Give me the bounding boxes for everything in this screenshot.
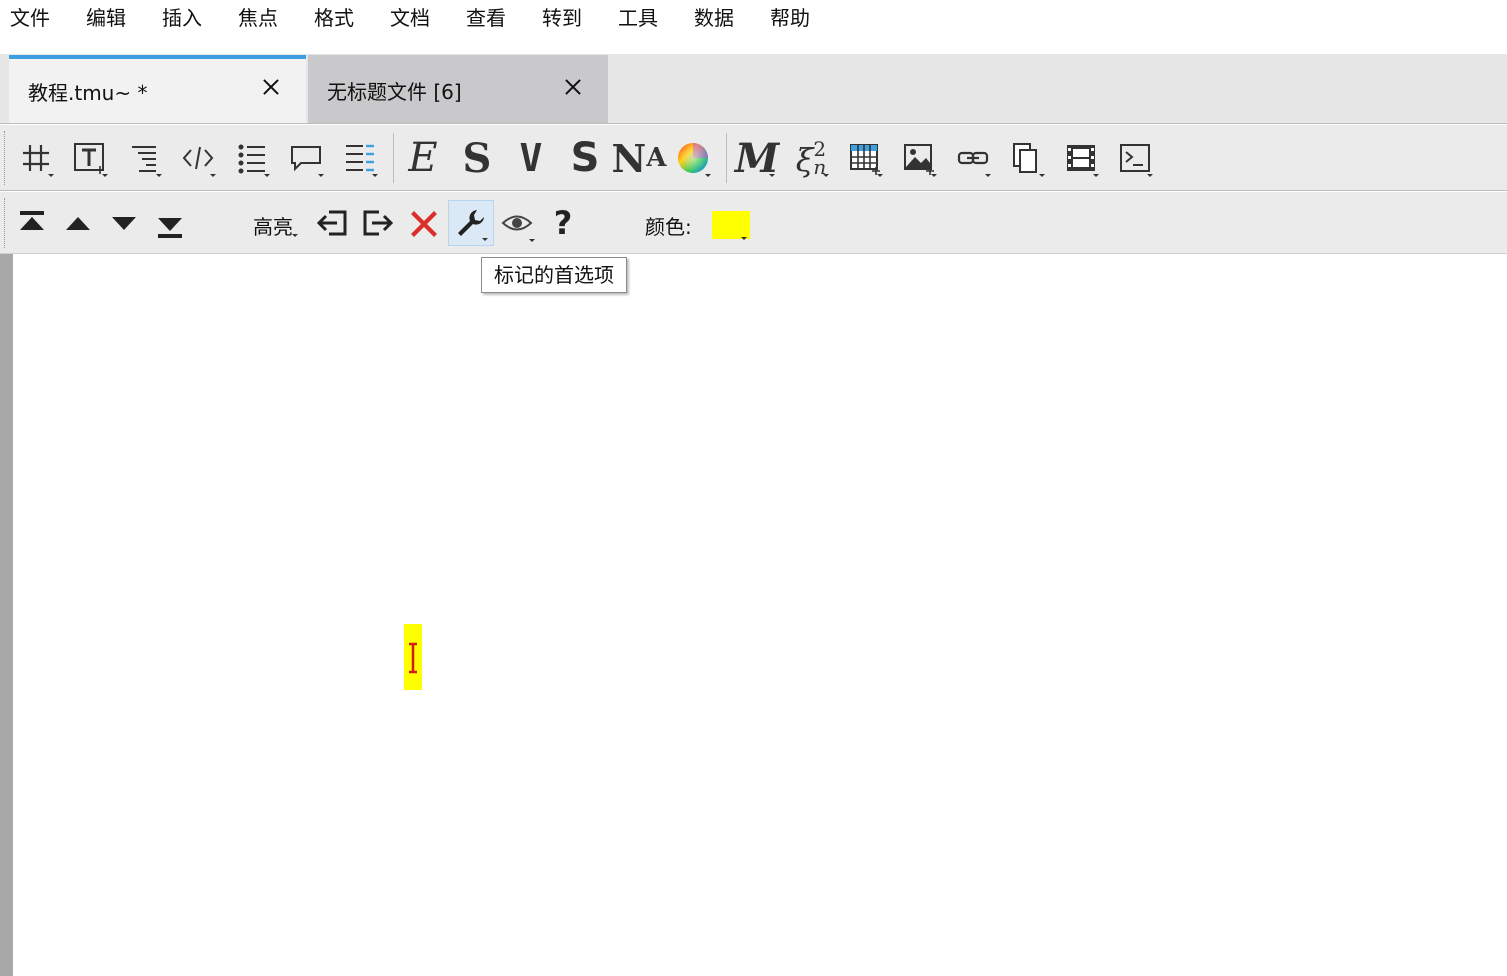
section-icon[interactable]: [13, 135, 59, 181]
menu-insert[interactable]: 插入: [162, 4, 202, 32]
sans-serif-icon[interactable]: S: [562, 135, 608, 181]
chevron-down-icon[interactable]: [741, 237, 747, 240]
tab-strip: 教程.tmu~ * 无标题文件 [6]: [0, 54, 1507, 124]
color-wheel-icon[interactable]: [670, 135, 716, 181]
format-toolbar: E S V S NA M ξ 2 n: [0, 125, 1507, 191]
preferences-wrench-icon[interactable]: [448, 200, 494, 246]
small-caps-icon[interactable]: NA: [612, 135, 667, 181]
insert-image-icon[interactable]: [896, 135, 942, 181]
view-eye-icon[interactable]: [494, 200, 540, 246]
color-label: 颜色:: [645, 215, 692, 239]
code-icon[interactable]: [175, 135, 221, 181]
next-mark-icon[interactable]: [101, 200, 147, 246]
highlight-label[interactable]: 高亮: [253, 211, 298, 240]
list-icon[interactable]: [229, 135, 275, 181]
editor-gutter: [0, 254, 13, 976]
menu-view[interactable]: 查看: [466, 4, 506, 32]
highlight-color-swatch[interactable]: [712, 211, 750, 239]
menu-format[interactable]: 格式: [314, 4, 354, 32]
copy-icon[interactable]: [1004, 135, 1050, 181]
link-icon[interactable]: [950, 135, 996, 181]
toolbar-grip[interactable]: [4, 198, 8, 248]
enter-mark-icon[interactable]: [309, 200, 355, 246]
text-style-icon[interactable]: [67, 135, 113, 181]
emphasis-icon[interactable]: E: [400, 135, 446, 181]
verbatim-icon[interactable]: V: [508, 135, 554, 181]
close-icon[interactable]: [260, 76, 282, 98]
exit-mark-icon[interactable]: [355, 200, 401, 246]
mark-toolbar: 高亮 ? 颜色:: [0, 192, 1507, 254]
menu-edit[interactable]: 编辑: [86, 4, 126, 32]
toolbar-separator: [726, 133, 727, 183]
help-icon[interactable]: ?: [540, 200, 586, 246]
last-mark-icon[interactable]: [147, 202, 193, 248]
previous-mark-icon[interactable]: [55, 200, 101, 246]
table-of-contents-icon[interactable]: [337, 135, 383, 181]
close-icon[interactable]: [562, 76, 584, 98]
math-icon[interactable]: M: [734, 135, 780, 182]
terminal-icon[interactable]: [1112, 135, 1158, 181]
formula-icon[interactable]: ξ 2 n: [788, 135, 834, 181]
film-icon[interactable]: [1058, 135, 1104, 181]
menu-document[interactable]: 文档: [390, 4, 430, 32]
toolbar-separator: [393, 133, 394, 183]
tooltip: 标记的首选项: [481, 257, 627, 293]
strong-icon[interactable]: S: [454, 135, 500, 182]
tab-tutorial[interactable]: 教程.tmu~ *: [9, 55, 306, 123]
menu-file[interactable]: 文件: [10, 4, 50, 32]
menu-bar: 文件 编辑 插入 焦点 格式 文档 查看 转到 工具 数据 帮助: [0, 0, 1507, 54]
menu-data[interactable]: 数据: [694, 4, 734, 32]
tab-untitled[interactable]: 无标题文件 [6]: [308, 55, 608, 123]
delete-mark-icon[interactable]: [401, 200, 447, 246]
toolbar-grip[interactable]: [4, 131, 8, 185]
insert-table-icon[interactable]: [842, 135, 888, 181]
menu-help[interactable]: 帮助: [770, 4, 810, 32]
editor-canvas[interactable]: [0, 254, 1507, 976]
menu-go[interactable]: 转到: [542, 4, 582, 32]
tab-label: 教程.tmu~ *: [28, 81, 148, 105]
menu-tools[interactable]: 工具: [618, 4, 658, 32]
first-mark-icon[interactable]: [9, 200, 55, 246]
paragraph-format-icon[interactable]: [121, 135, 167, 181]
tab-label: 无标题文件 [6]: [327, 80, 462, 104]
text-cursor: [404, 624, 422, 690]
comment-bubble-icon[interactable]: [283, 135, 329, 181]
menu-focus[interactable]: 焦点: [238, 4, 278, 32]
